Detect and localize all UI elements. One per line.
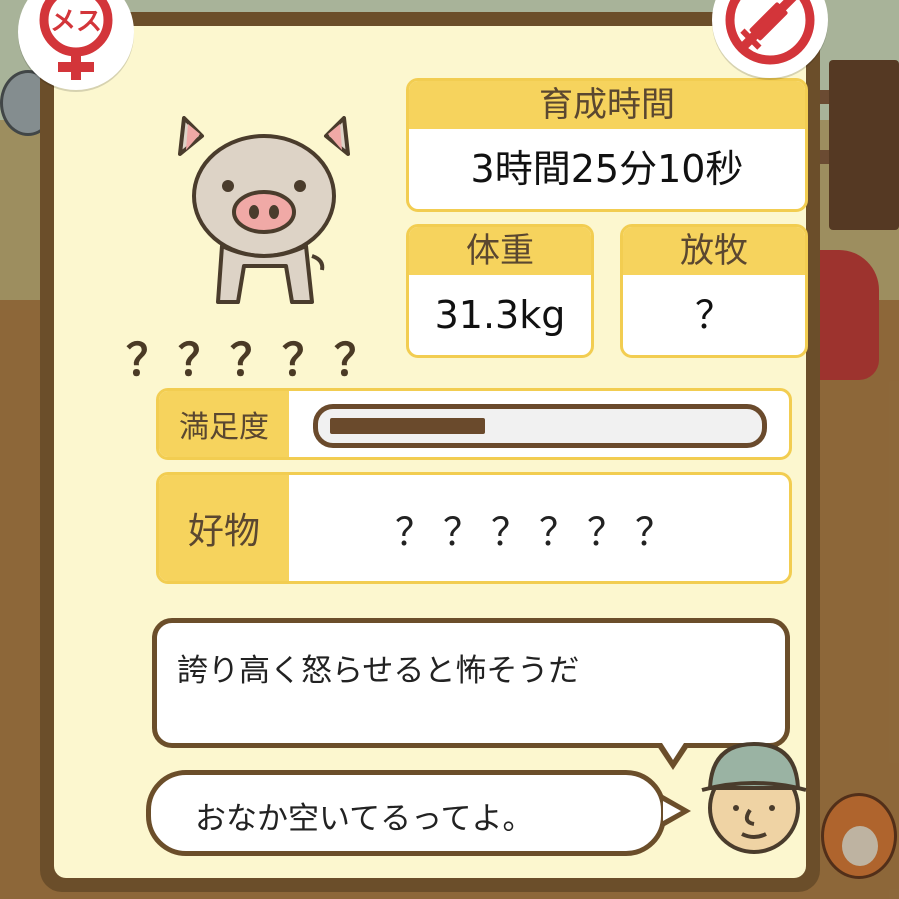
- satisfaction-label: 満足度: [159, 391, 289, 457]
- farmer-message-text: おなか空いてるってよ。: [195, 801, 534, 837]
- no-injection-badge: [712, 0, 828, 78]
- satisfaction-bar-fill: [330, 418, 485, 434]
- favorite-food-label: 好物: [159, 475, 289, 581]
- grazing-box: 放牧 ？: [620, 224, 808, 358]
- favorite-food-row: 好物 ？？？？？？: [156, 472, 792, 584]
- weight-label: 体重: [409, 227, 591, 275]
- growth-time-box: 育成時間 3時間25分10秒: [406, 78, 808, 212]
- weight-value: 31.3kg: [434, 293, 566, 337]
- grazing-value: ？: [694, 293, 733, 337]
- grazing-label: 放牧: [623, 227, 805, 275]
- no-syringe-icon: [725, 0, 815, 65]
- gender-badge: メス: [18, 0, 134, 90]
- growth-time-value: 3時間25分10秒: [470, 147, 744, 191]
- description-text: 誇り高く怒らせると怖そうだ: [177, 653, 580, 689]
- female-symbol-icon: メス: [39, 0, 113, 80]
- pig-illustration: [178, 116, 350, 304]
- farmer-avatar: [701, 741, 807, 854]
- gender-label: メス: [50, 7, 102, 37]
- satisfaction-row: 満足度: [156, 388, 792, 460]
- favorite-food-value: ？？？？？？: [394, 509, 683, 554]
- satisfaction-bar: [313, 404, 767, 448]
- farmer-message-bubble: おなか空いてるってよ。: [146, 770, 691, 856]
- pig-name: ？？？？？: [126, 335, 386, 386]
- weight-box: 体重 31.3kg: [406, 224, 594, 358]
- pig-status-panel: ？？？？？ 育成時間 3時間25分10秒 体重 31.3kg 放牧 ？ 満足度 …: [40, 12, 820, 892]
- description-bubble: 誇り高く怒らせると怖そうだ: [152, 618, 790, 770]
- growth-time-label: 育成時間: [409, 81, 805, 129]
